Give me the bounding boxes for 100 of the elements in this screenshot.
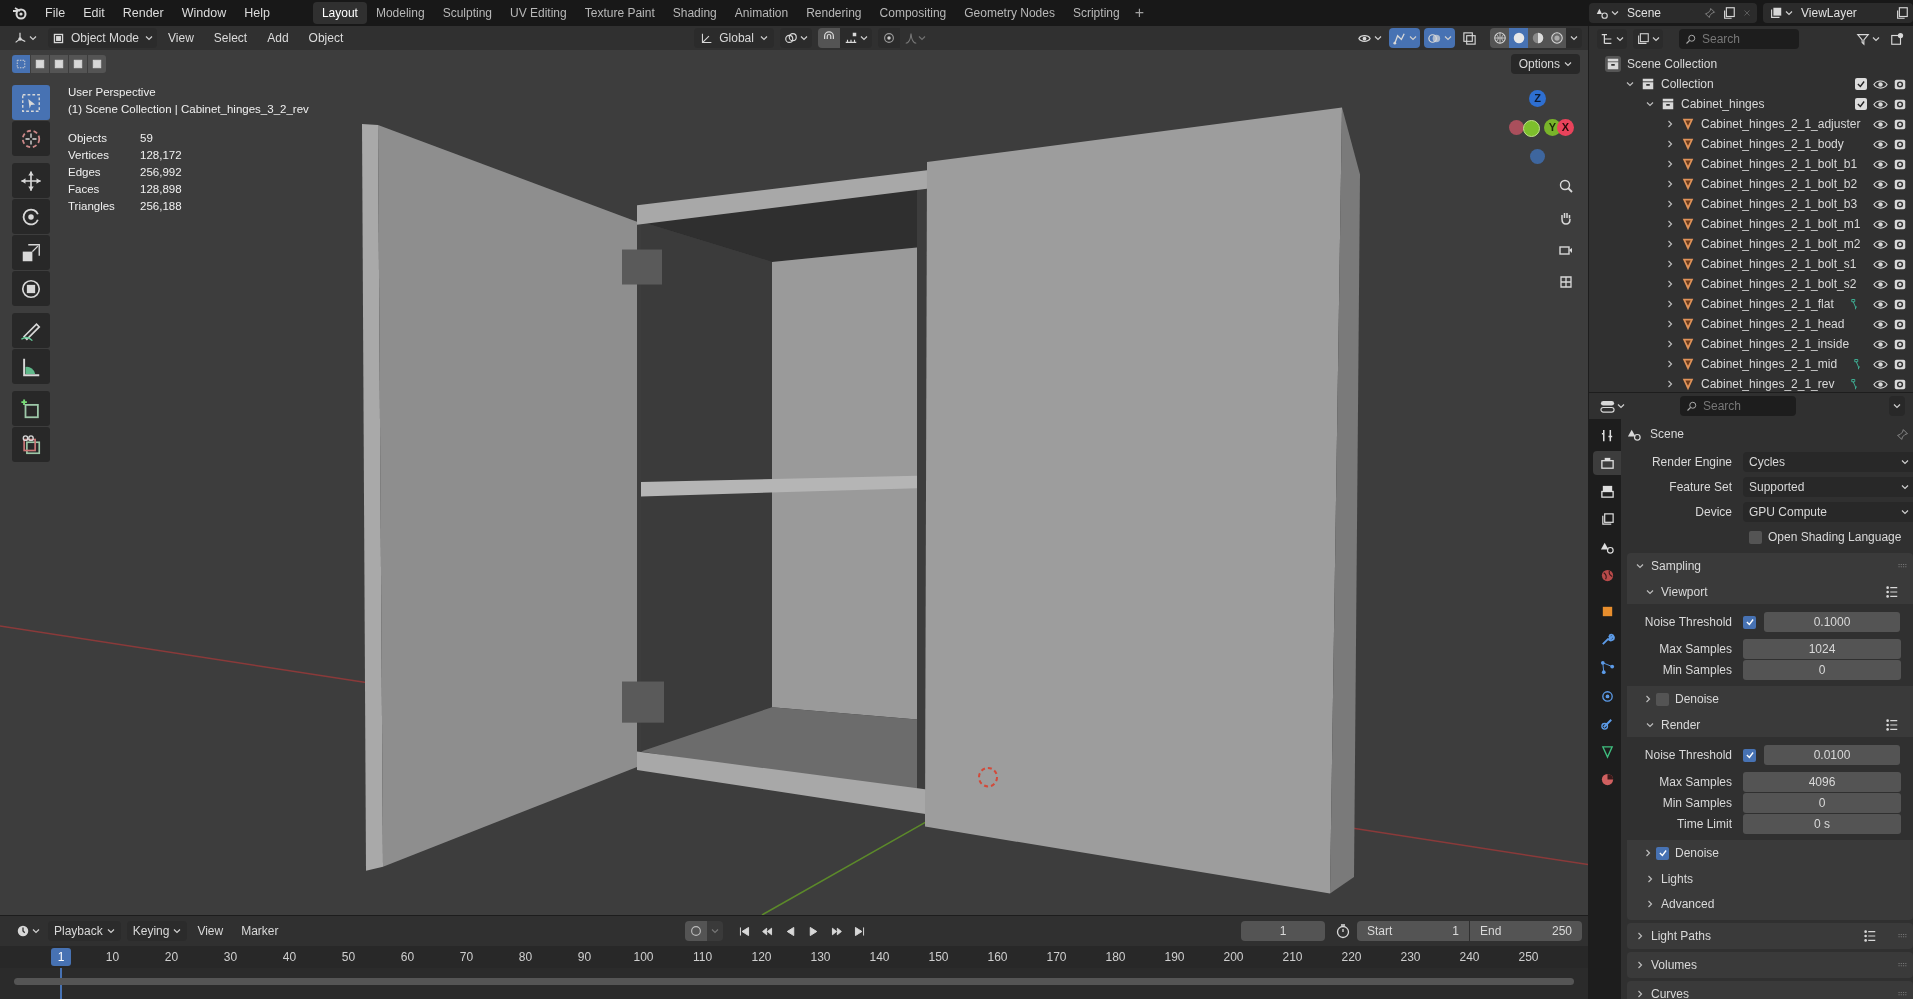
workspace-tab[interactable]: Rendering [797, 2, 871, 24]
outliner-row[interactable]: Cabinet_hinges_2_1_adjuster [1589, 114, 1913, 134]
options-dropdown[interactable] [1889, 396, 1905, 416]
search-field[interactable]: Search [1680, 396, 1796, 416]
scene-selector[interactable]: Scene [1589, 3, 1757, 23]
checkbox[interactable] [1743, 748, 1756, 762]
number-field[interactable]: 0.0100 [1764, 745, 1900, 765]
subpanel-header[interactable]: Advanced [1627, 891, 1913, 916]
number-field[interactable]: 1024 [1743, 638, 1901, 659]
tool-button[interactable] [12, 121, 50, 156]
pivot-dropdown[interactable] [779, 28, 812, 48]
select-mode-button[interactable] [88, 55, 106, 73]
checkbox[interactable] [1656, 846, 1669, 860]
camera-icon[interactable] [1893, 137, 1907, 151]
workspace-tab[interactable]: Sculpting [433, 2, 501, 24]
camera-icon[interactable] [1893, 197, 1907, 211]
workspace-tab[interactable]: Shading [663, 2, 726, 24]
options-dropdown[interactable]: Options [1510, 54, 1580, 74]
select-mode-button[interactable] [69, 55, 87, 73]
camera-icon[interactable] [1893, 97, 1907, 111]
checkbox[interactable] [1855, 98, 1867, 110]
menu-item[interactable]: Marker [233, 921, 287, 941]
navigation-gizmo[interactable]: Z Y X [1507, 90, 1579, 168]
playhead[interactable]: 1 [51, 948, 71, 966]
camera-icon[interactable] [1893, 177, 1907, 191]
snap-target-dropdown[interactable] [839, 28, 872, 48]
outliner-row[interactable]: Cabinet_hinges_2_1_bolt_b1 [1589, 154, 1913, 174]
dropdown[interactable]: Supported [1743, 476, 1913, 497]
checkbox[interactable] [1656, 692, 1669, 706]
tool-button[interactable] [12, 271, 50, 306]
menu-item[interactable]: File [36, 2, 75, 24]
list-icon[interactable] [1885, 584, 1899, 599]
end-frame-field[interactable]: End 250 [1470, 921, 1582, 941]
view-layer-selector[interactable]: ViewLayer [1763, 3, 1913, 23]
chevron-right-icon[interactable] [1643, 848, 1653, 858]
camera-icon[interactable] [1893, 117, 1907, 131]
search-field[interactable]: Search [1679, 29, 1799, 49]
outliner-row[interactable]: Cabinet_hinges_2_1_bolt_m2 [1589, 234, 1913, 254]
properties-tab[interactable] [1593, 451, 1621, 475]
add-workspace-button[interactable]: + [1128, 1, 1150, 25]
camera-icon[interactable] [1893, 237, 1907, 251]
camera-icon[interactable] [1893, 357, 1907, 371]
camera-icon[interactable] [1893, 257, 1907, 271]
number-field[interactable]: 4096 [1743, 771, 1901, 792]
shading-button[interactable] [1490, 28, 1509, 48]
workspace-tab[interactable]: Layout [312, 2, 367, 24]
chevron-right-icon[interactable] [1645, 898, 1655, 909]
subpanel-header[interactable]: Denoise [1627, 840, 1913, 866]
menu-item[interactable]: Window [172, 2, 236, 24]
chevron-down-icon[interactable] [1635, 561, 1645, 571]
tool-button[interactable] [12, 391, 50, 426]
proportional-edit-toggle[interactable] [877, 28, 900, 48]
panel-header[interactable]: Sampling [1627, 553, 1913, 579]
tool-button[interactable] [12, 349, 50, 384]
menu-item[interactable]: Edit [74, 2, 114, 24]
outliner-row[interactable]: Cabinet_hinges_2_1_bolt_b2 [1589, 174, 1913, 194]
workspace-tab[interactable]: Geometry Nodes [955, 2, 1064, 24]
camera-icon[interactable] [1893, 297, 1907, 311]
checkbox[interactable] [1743, 615, 1756, 629]
menu-item[interactable]: View [159, 28, 203, 48]
outliner-row[interactable]: Cabinet_hinges_2_1_head [1589, 314, 1913, 334]
workspace-tab[interactable]: Animation [725, 2, 798, 24]
list-icon[interactable] [1885, 717, 1899, 732]
camera-icon[interactable] [1893, 157, 1907, 171]
panel-header[interactable]: Curves [1627, 981, 1913, 999]
camera-icon[interactable] [1893, 217, 1907, 231]
toggle-button[interactable] [1389, 28, 1420, 48]
display-mode-dropdown[interactable] [1597, 29, 1627, 49]
camera-icon[interactable] [1893, 277, 1907, 291]
outliner-row[interactable]: Collection [1589, 74, 1913, 94]
tool-button[interactable] [12, 235, 50, 270]
subpanel-header[interactable]: Lights [1627, 866, 1913, 891]
workspace-tab[interactable]: Modeling [366, 2, 434, 24]
select-mode-button[interactable] [12, 55, 30, 73]
outliner-row[interactable]: Cabinet_hinges_2_1_bolt_s2 [1589, 274, 1913, 294]
filter-view-dropdown[interactable] [1633, 29, 1663, 49]
camera-icon[interactable] [1893, 377, 1907, 391]
tool-button[interactable] [12, 427, 50, 462]
toggle-button[interactable] [1424, 28, 1455, 48]
checkbox[interactable] [1855, 78, 1867, 90]
number-field[interactable]: 0 s [1743, 813, 1901, 834]
outliner-row[interactable]: Scene Collection [1589, 54, 1913, 74]
duplicate-icon[interactable] [1722, 6, 1736, 20]
outliner-row[interactable]: Cabinet_hinges_2_1_body [1589, 134, 1913, 154]
number-field[interactable]: 0.1000 [1764, 612, 1900, 632]
outliner-row[interactable]: Cabinet_hinges_2_1_bolt_b3 [1589, 194, 1913, 214]
menu-dropdown[interactable]: Keying [126, 921, 188, 941]
camera-icon[interactable] [1893, 317, 1907, 331]
chevron-right-icon[interactable] [1635, 960, 1645, 970]
menu-dropdown[interactable]: Playback [48, 921, 121, 941]
start-frame-field[interactable]: Start 1 [1357, 921, 1469, 941]
orientation-dropdown[interactable]: Global [694, 28, 774, 48]
shading-button[interactable] [1547, 28, 1566, 48]
chevron-right-icon[interactable] [1635, 931, 1645, 941]
tool-button[interactable] [12, 313, 50, 348]
dropdown[interactable]: Cycles [1743, 451, 1913, 472]
chevron-right-icon[interactable] [1635, 989, 1645, 999]
workspace-tab[interactable]: Scripting [1063, 2, 1129, 24]
checkbox[interactable] [1749, 530, 1762, 544]
dropdown[interactable]: GPU Compute [1743, 501, 1913, 522]
